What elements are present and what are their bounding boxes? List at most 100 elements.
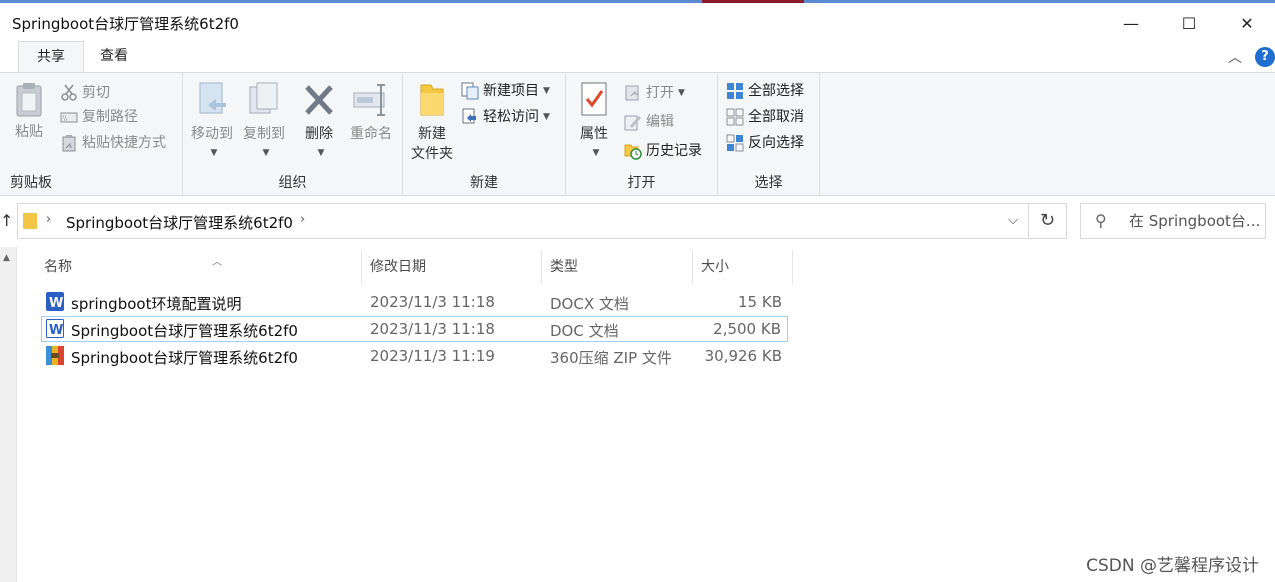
file-type: DOCX 文档 [550, 295, 629, 313]
tab-share[interactable]: 共享 [18, 41, 84, 72]
paste-shortcut-button[interactable]: 粘贴快捷方式 [60, 131, 166, 155]
move-to-button[interactable]: 移动到 ▼ [187, 81, 237, 159]
column-header-modified-label: 修改日期 [370, 259, 426, 275]
easy-access-label: 轻松访问 [483, 109, 539, 125]
column-header-type-label: 类型 [550, 259, 578, 275]
up-arrow-icon[interactable]: ↑ [0, 211, 13, 230]
ribbon-group-open: 属性 ▼ 打开 ▼ 编辑 历史记录 打开 [566, 73, 718, 196]
window-title: Springboot台球厅管理系统6t2f0 [12, 15, 239, 33]
file-modified: 2023/11/3 11:18 [370, 293, 495, 311]
easy-access-dropdown-icon: ▼ [543, 112, 550, 122]
delete-button[interactable]: 删除 ▼ [297, 81, 341, 159]
new-item-label: 新建项目 [483, 83, 539, 99]
close-button[interactable]: ✕ [1218, 7, 1275, 39]
minimize-button[interactable]: — [1102, 7, 1160, 39]
breadcrumb-chevron-icon[interactable]: › [300, 212, 305, 227]
file-list: ︿ 名称 修改日期 类型 大小 W springboot环境配置说明 2023/… [18, 247, 1275, 582]
file-size: 2,500 KB [713, 320, 781, 338]
breadcrumb-current-folder[interactable]: Springboot台球厅管理系统6t2f0 [66, 212, 293, 233]
watermark: CSDN @艺馨程序设计 [1086, 556, 1259, 576]
paste-shortcut-label: 粘贴快捷方式 [82, 135, 166, 151]
open-label: 打开 [646, 85, 674, 101]
refresh-icon[interactable]: ↻ [1029, 203, 1067, 239]
move-to-label: 移动到 [191, 126, 233, 142]
copy-path-button[interactable]: \\ 复制路径 [60, 105, 138, 129]
delete-label: 删除 [305, 126, 333, 142]
properties-button[interactable]: 属性 ▼ [574, 81, 614, 159]
column-header-size[interactable]: 大小 [693, 250, 793, 284]
history-icon [624, 144, 642, 160]
column-header-type[interactable]: 类型 [542, 250, 693, 284]
word-icon: W [46, 319, 64, 338]
invert-selection-button[interactable]: 反向选择 [726, 131, 804, 155]
column-header-name[interactable]: ︿ 名称 [36, 250, 362, 284]
cut-label: 剪切 [82, 85, 110, 101]
address-bar[interactable]: › Springboot台球厅管理系统6t2f0 › ⌵ [17, 203, 1029, 239]
copy-to-dropdown-icon: ▼ [262, 148, 270, 158]
edit-label: 编辑 [646, 114, 674, 130]
svg-text:W: W [49, 296, 63, 311]
address-dropdown-chevron-icon[interactable]: ⌵ [1008, 213, 1018, 228]
move-to-dropdown-icon: ▼ [210, 148, 218, 158]
history-button[interactable]: 历史记录 [624, 139, 702, 163]
column-header-modified[interactable]: 修改日期 [362, 250, 542, 284]
file-name: Springboot台球厅管理系统6t2f0 [71, 349, 298, 367]
new-item-dropdown-icon: ▼ [543, 86, 550, 96]
copy-path-label: 复制路径 [82, 109, 138, 125]
svg-text:W: W [49, 323, 63, 338]
file-name: Springboot台球厅管理系统6t2f0 [71, 322, 298, 340]
help-icon[interactable]: ? [1255, 47, 1275, 67]
maximize-button[interactable]: ☐ [1160, 7, 1218, 39]
rename-label: 重命名 [350, 126, 392, 142]
invert-selection-icon [726, 134, 744, 152]
ribbon-group-select: 全部选择 全部取消 反向选择 选择 [718, 73, 820, 196]
file-size: 15 KB [738, 293, 782, 311]
collapse-ribbon-chevron-icon[interactable]: ︿ [1228, 47, 1242, 67]
search-input[interactable] [1129, 211, 1263, 231]
paste-label: 粘贴 [15, 124, 43, 140]
easy-access-button[interactable]: 轻松访问 ▼ [461, 105, 550, 129]
new-folder-button[interactable]: 新建 文件夹 [407, 81, 457, 163]
file-type: DOC 文档 [550, 322, 619, 340]
sort-ascending-icon: ︿ [212, 257, 222, 268]
table-row[interactable]: W Springboot台球厅管理系统6t2f0 2023/11/3 11:18… [41, 316, 788, 342]
open-button[interactable]: 打开 ▼ [624, 81, 685, 105]
organize-group-label: 组织 [278, 175, 307, 191]
scissors-icon [61, 84, 77, 101]
navigation-pane-scrollbar[interactable]: ▲ [0, 247, 17, 582]
rename-button[interactable]: 重命名 [345, 81, 397, 143]
copy-to-button[interactable]: 复制到 ▼ [239, 81, 289, 159]
open-dropdown-icon: ▼ [678, 88, 685, 98]
copy-to-label: 复制到 [243, 126, 285, 142]
clipboard-group-label: 剪贴板 [10, 175, 52, 191]
ribbon: 粘贴 剪切 \\ 复制路径 粘贴快捷方式 剪贴板 移动到 ▼ 复制到 ▼ 删除 ▼ [0, 72, 1275, 196]
search-box[interactable]: ⚲ [1080, 203, 1266, 239]
file-modified: 2023/11/3 11:18 [370, 320, 495, 338]
file-modified: 2023/11/3 11:19 [370, 347, 495, 365]
table-row[interactable]: W springboot环境配置说明 2023/11/3 11:18 DOCX … [41, 289, 788, 315]
new-item-button[interactable]: 新建项目 ▼ [461, 79, 550, 103]
properties-label: 属性 [580, 126, 608, 142]
paste-button[interactable]: 粘贴 [8, 81, 50, 141]
search-icon: ⚲ [1095, 211, 1107, 230]
edit-button[interactable]: 编辑 [624, 110, 674, 134]
breadcrumb-chevron-icon[interactable]: › [46, 212, 51, 227]
address-row: ↑ › Springboot台球厅管理系统6t2f0 › ⌵ ↻ ⚲ [0, 197, 1275, 247]
tab-view[interactable]: 查看 [82, 41, 146, 72]
new-folder-label-line2: 文件夹 [411, 146, 453, 162]
ribbon-group-clipboard: 粘贴 剪切 \\ 复制路径 粘贴快捷方式 剪贴板 [0, 73, 183, 196]
cut-button[interactable]: 剪切 [60, 81, 110, 105]
select-none-button[interactable]: 全部取消 [726, 105, 804, 129]
delete-x-icon [305, 85, 333, 115]
ribbon-tab-bar: 共享 查看 ︿ [0, 41, 1275, 72]
select-all-button[interactable]: 全部选择 [726, 79, 804, 103]
copy-path-icon: \\ [60, 112, 78, 123]
paste-shortcut-icon [62, 135, 76, 152]
table-row[interactable]: Springboot台球厅管理系统6t2f0 2023/11/3 11:19 3… [41, 343, 788, 369]
file-size: 30,926 KB [704, 347, 782, 365]
column-header-name-label: 名称 [44, 259, 72, 275]
ribbon-group-organize: 移动到 ▼ 复制到 ▼ 删除 ▼ 重命名 组织 [183, 73, 403, 196]
file-name: springboot环境配置说明 [71, 295, 242, 313]
open-icon [625, 85, 639, 101]
scroll-up-arrow-icon[interactable]: ▲ [3, 253, 10, 263]
